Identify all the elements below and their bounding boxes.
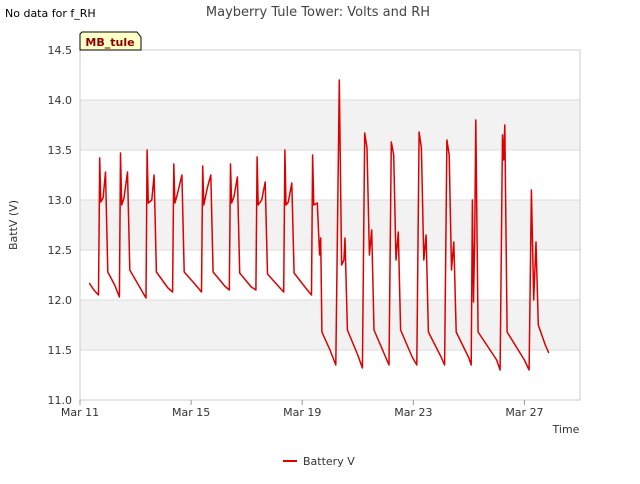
y-tick-label: 13.5 bbox=[48, 144, 73, 157]
x-axis-label: Time bbox=[552, 423, 580, 436]
y-tick-label: 14.0 bbox=[48, 94, 73, 107]
no-data-note: No data for f_RH bbox=[5, 7, 96, 20]
x-tick-label: Mar 19 bbox=[283, 406, 321, 419]
x-tick-label: Mar 27 bbox=[505, 406, 543, 419]
x-tick-label: Mar 11 bbox=[61, 406, 99, 419]
chart-title: Mayberry Tule Tower: Volts and RH bbox=[206, 5, 430, 20]
legend: Battery V bbox=[283, 455, 355, 468]
y-tick-label: 12.0 bbox=[48, 294, 73, 307]
background-band bbox=[80, 300, 580, 350]
station-badge: MB_tule bbox=[79, 31, 142, 51]
y-tick-label: 11.5 bbox=[48, 344, 73, 357]
y-tick-label: 13.0 bbox=[48, 194, 73, 207]
x-tick-label: Mar 23 bbox=[394, 406, 432, 419]
y-tick-label: 12.5 bbox=[48, 244, 73, 257]
x-axis-ticks: Mar 11 Mar 15 Mar 19 Mar 23 Mar 27 bbox=[61, 400, 544, 419]
legend-label-battery-v: Battery V bbox=[303, 455, 355, 468]
x-tick-label: Mar 15 bbox=[172, 406, 210, 419]
y-axis-ticks: 11.011.512.012.513.013.514.014.5 bbox=[48, 44, 73, 407]
y-tick-label: 14.5 bbox=[48, 44, 73, 57]
y-axis-label: BattV (V) bbox=[7, 200, 20, 250]
battery-voltage-chart: 11.011.512.012.513.013.514.014.5 Mar 11 M… bbox=[7, 5, 581, 468]
station-badge-label: MB_tule bbox=[85, 36, 134, 49]
